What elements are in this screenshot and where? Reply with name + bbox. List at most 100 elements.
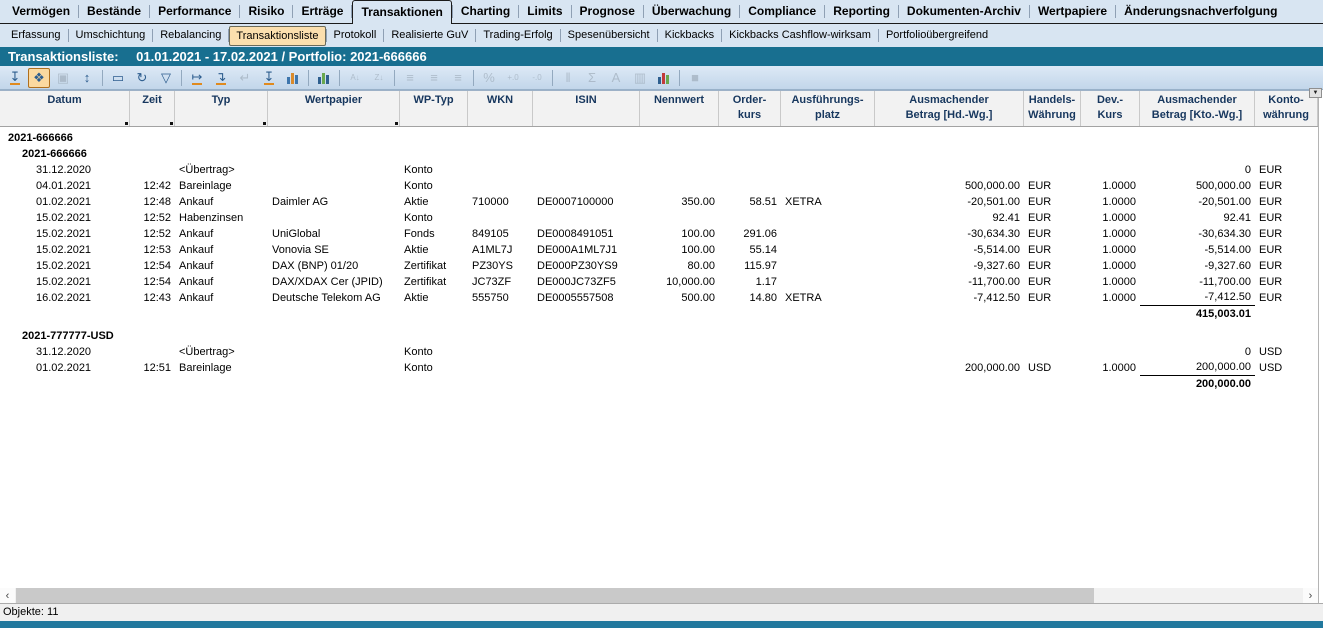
data-row[interactable]: 15.02.202112:53AnkaufVonovia SEAktieA1ML… — [0, 242, 1318, 258]
cell-wkn — [468, 178, 533, 194]
group-row[interactable]: 2021-666666 — [0, 146, 1318, 162]
subtab-erfassung[interactable]: Erfassung — [4, 25, 68, 46]
save-layout-icon[interactable]: ↧ — [4, 68, 26, 88]
cell-platz — [781, 178, 875, 194]
scroll-left-button[interactable]: ‹ — [0, 588, 15, 603]
tab-transaktionen[interactable]: Transaktionen — [352, 0, 451, 24]
insert-before-icon[interactable]: ↦ — [186, 68, 208, 88]
cell-zeit: 12:42 — [130, 178, 175, 194]
jump-to-row-icon[interactable]: ↧ — [258, 68, 280, 88]
cell-wp_typ: Konto — [400, 344, 468, 360]
subtab-portfolio-bergreifend[interactable]: Portfolioübergreifend — [879, 25, 995, 46]
data-row[interactable]: 15.02.202112:52HabenzinsenKonto92.41EUR1… — [0, 210, 1318, 226]
align-right-icon: ≡ — [447, 68, 469, 88]
header-wp_typ[interactable]: WP-Typ — [400, 91, 468, 126]
header-wertpapier[interactable]: Wertpapier — [268, 91, 400, 126]
fit-height-icon[interactable]: ↕ — [76, 68, 98, 88]
subtab-spesen-bersicht[interactable]: Spesenübersicht — [561, 25, 657, 46]
cell-typ: Ankauf — [175, 290, 268, 306]
data-row[interactable]: 01.02.202112:48AnkaufDaimler AGAktie7100… — [0, 194, 1318, 210]
header-hd_wg[interactable]: Handels-Währung — [1024, 91, 1081, 126]
cell-dev_kurs: 1.0000 — [1081, 178, 1140, 194]
cell-typ: Bareinlage — [175, 360, 268, 376]
cell-dev_kurs — [1081, 344, 1140, 360]
cell-wp_typ: Aktie — [400, 194, 468, 210]
cell-orderkurs: 14.80 — [719, 290, 781, 306]
data-row[interactable]: 01.02.202112:51BareinlageKonto200,000.00… — [0, 360, 1318, 376]
group-row[interactable]: 2021-666666 — [0, 130, 1318, 146]
subtab-kickbacks[interactable]: Kickbacks — [658, 25, 722, 46]
cell-kto_wg: USD — [1255, 360, 1318, 376]
tab-reporting[interactable]: Reporting — [825, 0, 898, 23]
tab-charting[interactable]: Charting — [453, 0, 518, 23]
subtab-kickbacks-cashflow-wirksam[interactable]: Kickbacks Cashflow-wirksam — [722, 25, 878, 46]
tab-best-nde[interactable]: Bestände — [79, 0, 149, 23]
expand-all-icon[interactable]: ❖ — [28, 68, 50, 88]
header-datum[interactable]: Datum — [0, 91, 130, 126]
data-row[interactable]: 15.02.202112:54AnkaufDAX/XDAX Cer (JPID)… — [0, 274, 1318, 290]
data-row[interactable]: 15.02.202112:52AnkaufUniGlobalFonds84910… — [0, 226, 1318, 242]
tab-dokumenten-archiv[interactable]: Dokumenten-Archiv — [899, 0, 1029, 23]
tab-wertpapiere[interactable]: Wertpapiere — [1030, 0, 1115, 23]
tab-berwachung[interactable]: Überwachung — [644, 0, 739, 23]
data-row[interactable]: 04.01.202112:42BareinlageKonto500,000.00… — [0, 178, 1318, 194]
header-dev_kurs[interactable]: Dev.-Kurs — [1081, 91, 1140, 126]
data-row[interactable]: 16.02.202112:43AnkaufDeutsche Telekom AG… — [0, 290, 1318, 306]
header-platz[interactable]: Ausführungs-platz — [781, 91, 875, 126]
new-view-icon[interactable]: ▭ — [107, 68, 129, 88]
subtab-transaktionsliste[interactable]: Transaktionsliste — [229, 26, 325, 46]
header-isin[interactable]: ISIN — [533, 91, 640, 126]
refresh-icon[interactable]: ↻ — [131, 68, 153, 88]
tab-ertr-ge[interactable]: Erträge — [293, 0, 351, 23]
tab-risiko[interactable]: Risiko — [240, 0, 292, 23]
subtab-rebalancing[interactable]: Rebalancing — [153, 25, 228, 46]
cell-betrag_hd — [875, 344, 1024, 360]
filter-icon[interactable]: ▽ — [155, 68, 177, 88]
histogram-icon[interactable] — [282, 68, 304, 88]
cell-betrag_kto: 500,000.00 — [1140, 178, 1255, 194]
cell-datum: 01.02.2021 — [0, 194, 130, 210]
cell-datum: 15.02.2021 — [0, 210, 130, 226]
column-width-icon[interactable] — [313, 68, 335, 88]
data-row[interactable]: 31.12.2020<Übertrag>Konto0USD — [0, 344, 1318, 360]
remove-decimal-icon: -.0 — [526, 68, 548, 88]
subtab-umschichtung[interactable]: Umschichtung — [69, 25, 153, 46]
column-menu-button[interactable]: ▼ — [1309, 88, 1322, 98]
horizontal-scrollbar[interactable]: ‹ › — [0, 588, 1318, 603]
subtab-trading-erfolg[interactable]: Trading-Erfolg — [476, 25, 559, 46]
cell-nennwert: 100.00 — [640, 242, 719, 258]
sort-desc-icon: Z↓ — [368, 68, 390, 88]
header-betrag_hd[interactable]: AusmachenderBetrag [Hd.-Wg.] — [875, 91, 1024, 126]
scrollbar-thumb[interactable] — [16, 588, 1094, 603]
group-row[interactable]: 2021-777777-USD — [0, 328, 1318, 344]
subtotal-value: 200,000.00 — [1140, 376, 1255, 392]
data-row[interactable]: 31.12.2020<Übertrag>Konto0EUR — [0, 162, 1318, 178]
subtab-protokoll[interactable]: Protokoll — [327, 25, 384, 46]
cell-wp_typ: Zertifikat — [400, 274, 468, 290]
header-zeit[interactable]: Zeit — [130, 91, 175, 126]
header-orderkurs[interactable]: Order-kurs — [719, 91, 781, 126]
header-nennwert[interactable]: Nennwert — [640, 91, 719, 126]
header-wkn[interactable]: WKN — [468, 91, 533, 126]
sort-marker — [170, 122, 173, 125]
tab-nderungsnachverfolgung[interactable]: Änderungsnachverfolgung — [1116, 0, 1285, 23]
tab-limits[interactable]: Limits — [519, 0, 570, 23]
header-typ[interactable]: Typ — [175, 91, 268, 126]
header-betrag_kto[interactable]: AusmachenderBetrag [Kto.-Wg.] — [1140, 91, 1255, 126]
cell-wp_typ: Konto — [400, 178, 468, 194]
cell-isin: DE000A1ML7J1 — [533, 242, 640, 258]
chart-icon[interactable] — [653, 68, 675, 88]
insert-after-icon[interactable]: ↴ — [210, 68, 232, 88]
tab-verm-gen[interactable]: Vermögen — [4, 0, 78, 23]
data-row[interactable]: 15.02.202112:54AnkaufDAX (BNP) 01/20Zert… — [0, 258, 1318, 274]
cell-kto_wg: EUR — [1255, 258, 1318, 274]
cell-wertpapier: Deutsche Telekom AG — [268, 290, 400, 306]
cell-dev_kurs — [1081, 162, 1140, 178]
subtab-realisierte-guv[interactable]: Realisierte GuV — [384, 25, 475, 46]
scroll-right-button[interactable]: › — [1303, 588, 1318, 603]
tab-compliance[interactable]: Compliance — [740, 0, 824, 23]
toolbar-separator — [552, 70, 553, 86]
cell-kto_wg: EUR — [1255, 242, 1318, 258]
tab-prognose[interactable]: Prognose — [572, 0, 643, 23]
tab-performance[interactable]: Performance — [150, 0, 239, 23]
